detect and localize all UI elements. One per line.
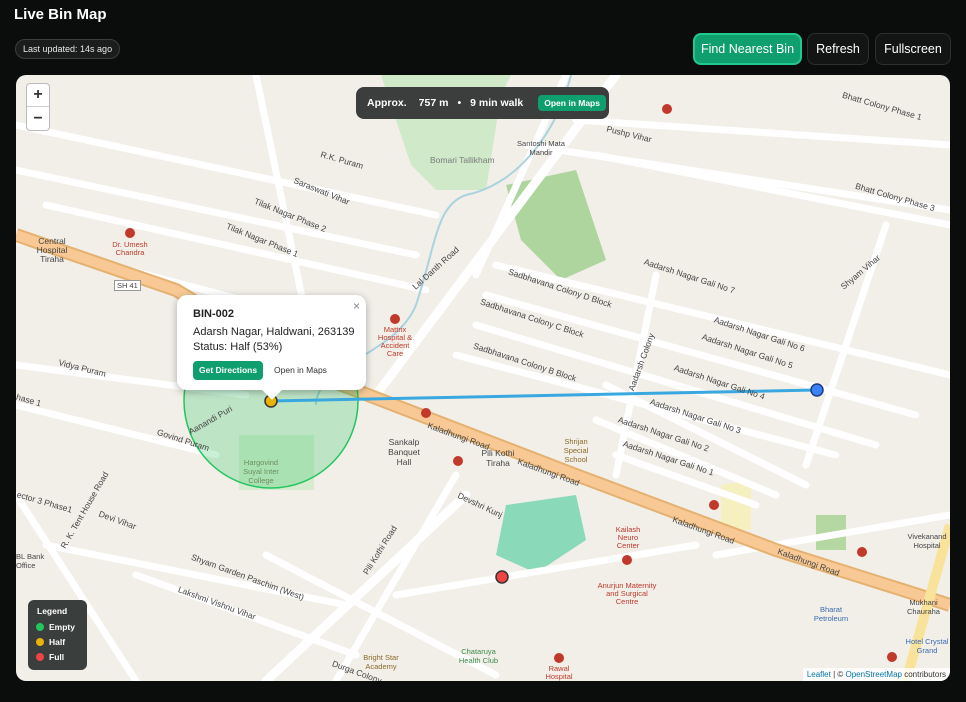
place-label: Bright Star Academy <box>363 653 399 671</box>
hospital-icon <box>453 456 463 466</box>
street-label: Central Hospital Tiraha <box>36 236 68 264</box>
hospital-label: Kailash Neuro Center <box>615 525 641 550</box>
place-label: Sankalp Banquet Hall <box>388 437 420 467</box>
popup-status: Status: Half (53%) <box>193 341 283 353</box>
find-nearest-bin-button[interactable]: Find Nearest Bin <box>693 33 802 65</box>
map-tiles <box>16 75 950 681</box>
osm-link[interactable]: OpenStreetMap <box>845 670 901 679</box>
hospital-icon <box>554 653 564 663</box>
hospital-icon <box>421 408 431 418</box>
legend-item-half: Half <box>36 634 79 649</box>
open-in-maps-button[interactable]: Open in Maps <box>538 95 606 111</box>
place-label: Santoshi Mata Mandir <box>517 139 565 157</box>
refresh-button[interactable]: Refresh <box>807 33 869 65</box>
place-label: Pili Kothi Tiraha <box>481 448 515 468</box>
hospital-icon <box>887 652 897 662</box>
leaflet-link[interactable]: Leaflet <box>807 670 831 679</box>
walk-info-bar: Approx. 757 m • 9 min walk Open in Maps <box>356 87 609 119</box>
attribution-sep: | © <box>830 670 846 679</box>
get-directions-button[interactable]: Get Directions <box>193 361 264 380</box>
legend-dot-icon <box>36 622 44 631</box>
map-container[interactable]: Bhatt Colony Phase 1 Bhatt Colony Phase … <box>16 75 950 681</box>
place-label: Hotel Crystal Grand <box>905 637 949 655</box>
place-label: BL Bank Office <box>16 552 45 570</box>
walk-distance: 757 m <box>418 97 449 109</box>
hospital-icon <box>709 500 719 510</box>
place-label: Vivekanand Hospital <box>907 532 947 550</box>
hospital-label: Dr. Umesh Chandra <box>112 240 148 257</box>
place-label: Bharat Petroleum <box>813 605 849 623</box>
road-shield: SH 41 <box>114 280 141 291</box>
popup-bin-id: BIN-002 <box>193 308 234 320</box>
attribution-suffix: contributors <box>901 670 946 679</box>
hospital-label: Mattrix Hospital & Accident Care <box>377 325 413 358</box>
hospital-icon <box>390 314 400 324</box>
last-updated-badge: Last updated: 14s ago <box>15 39 121 59</box>
legend-label: Empty <box>49 621 75 632</box>
page-title: Live Bin Map <box>14 6 107 23</box>
legend-item-empty: Empty <box>36 619 79 634</box>
bin-popup: × BIN-002 Adarsh Nagar, Haldwani, 263139… <box>177 295 366 400</box>
park-area <box>506 170 606 280</box>
hospital-icon <box>857 547 867 557</box>
walk-approx-label: Approx. <box>367 97 407 109</box>
place-label: Shrijan Special School <box>563 437 589 464</box>
place-label: Hargovind Suyal Inter College <box>243 458 279 485</box>
legend-label: Half <box>49 636 66 647</box>
zoom-out-button[interactable]: − <box>27 107 49 130</box>
bin-marker-full[interactable] <box>495 570 509 584</box>
place-label: Chataruya Health Club <box>458 647 499 665</box>
hospital-icon <box>662 104 672 114</box>
map-attribution: Leaflet | © OpenStreetMap contributors <box>802 668 950 681</box>
walk-duration: 9 min walk <box>470 97 524 109</box>
legend-dot-icon <box>36 637 44 646</box>
kaladhungi-road-casing <box>16 228 950 612</box>
place-label: Mukhani Chauraha <box>907 598 940 616</box>
place-label: Bomari Tallikham <box>430 155 495 165</box>
map-legend: Legend Empty Half Full <box>28 600 87 670</box>
user-location-marker <box>810 383 824 397</box>
walk-separator: • <box>457 97 462 109</box>
legend-item-full: Full <box>36 649 79 664</box>
hospital-label: Rawal Hospital <box>545 664 573 681</box>
legend-dot-icon <box>36 652 44 661</box>
popup-open-in-maps-link[interactable]: Open in Maps <box>274 365 327 375</box>
popup-address: Adarsh Nagar, Haldwani, 263139 <box>193 326 355 338</box>
fullscreen-button[interactable]: Fullscreen <box>875 33 951 65</box>
hospital-label: Anurjun Maternity and Surgical Centre <box>597 581 657 606</box>
park-area <box>496 495 586 573</box>
zoom-control: + − <box>26 83 50 131</box>
legend-title: Legend <box>37 606 68 616</box>
popup-close-button[interactable]: × <box>353 299 360 313</box>
hospital-icon <box>622 555 632 565</box>
legend-label: Full <box>49 651 65 662</box>
zoom-in-button[interactable]: + <box>27 84 49 107</box>
hospital-icon <box>125 228 135 238</box>
